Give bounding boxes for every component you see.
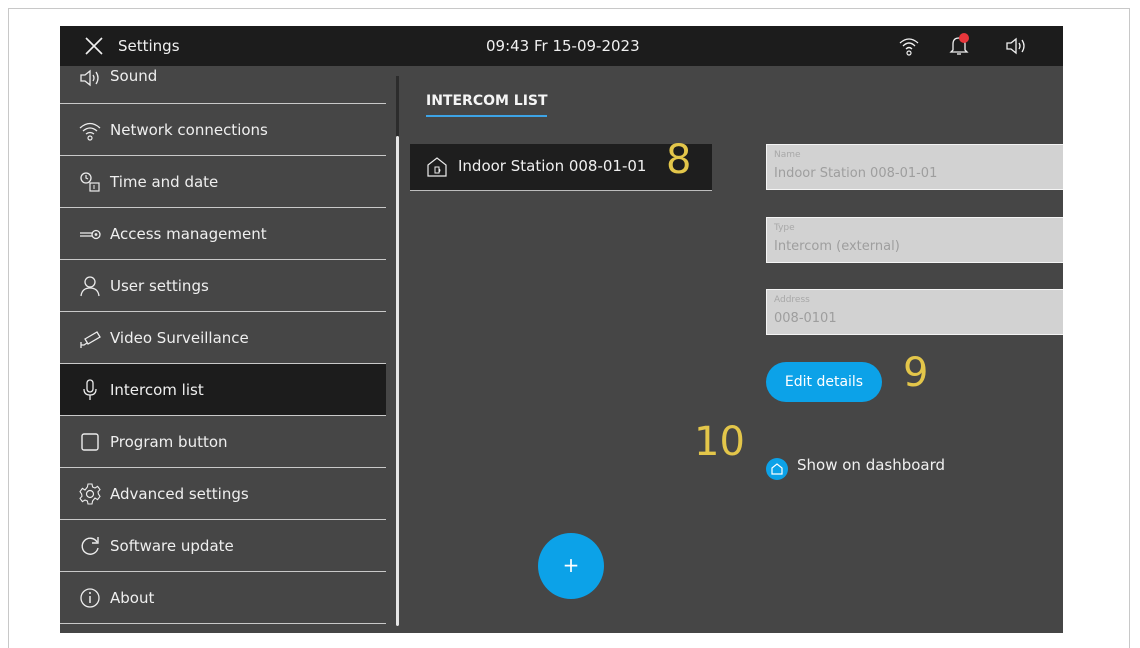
sidebar-item-advanced-settings[interactable]: Advanced settings bbox=[60, 468, 386, 520]
address-field-label: Address bbox=[774, 295, 810, 305]
notification-bell-icon[interactable] bbox=[947, 33, 971, 57]
device-screen: Settings 09:43 Fr 15-09-2023 Sound Netwo… bbox=[60, 26, 1063, 633]
name-field[interactable]: Name Indoor Station 008-01-01 bbox=[766, 144, 1063, 190]
indoor-station-icon bbox=[427, 157, 447, 177]
home-icon bbox=[771, 463, 783, 475]
sidebar-item-label: About bbox=[110, 589, 155, 607]
sidebar-item-about[interactable]: About bbox=[60, 572, 386, 624]
name-field-label: Name bbox=[774, 150, 801, 160]
sidebar-item-video-surveillance[interactable]: Video Surveillance bbox=[60, 312, 386, 364]
datetime-display: 09:43 Fr 15-09-2023 bbox=[486, 37, 640, 55]
gear-icon bbox=[79, 483, 101, 505]
notification-dot bbox=[959, 33, 969, 43]
refresh-icon bbox=[81, 537, 99, 555]
sidebar-item-label: Program button bbox=[110, 433, 228, 451]
callout-number: 8 bbox=[666, 137, 692, 183]
speaker-icon bbox=[80, 69, 99, 87]
callout-number: 10 bbox=[694, 419, 745, 465]
sidebar-item-label: Video Surveillance bbox=[110, 329, 249, 347]
sidebar-item-label: Advanced settings bbox=[110, 485, 249, 503]
info-icon bbox=[80, 588, 100, 608]
sidebar-item-label: Network connections bbox=[110, 121, 268, 139]
sidebar-item-label: Software update bbox=[110, 537, 234, 555]
type-field-value: Intercom (external) bbox=[774, 239, 900, 254]
settings-sidebar: Sound Network connections Time and date bbox=[60, 66, 386, 633]
camera-icon bbox=[80, 331, 101, 348]
sidebar-item-user-settings[interactable]: User settings bbox=[60, 260, 386, 312]
user-icon bbox=[80, 276, 100, 297]
sidebar-scrollbar-thumb[interactable] bbox=[396, 136, 399, 626]
sidebar-item-access-management[interactable]: Access management bbox=[60, 208, 386, 260]
add-intercom-button[interactable]: + bbox=[538, 533, 604, 599]
address-field-value: 008-0101 bbox=[774, 311, 837, 326]
sidebar-item-label: Sound bbox=[110, 67, 158, 85]
microphone-icon bbox=[83, 379, 97, 400]
wifi-icon bbox=[79, 122, 101, 141]
callout-number: 9 bbox=[903, 350, 929, 396]
sidebar-item-label: Intercom list bbox=[110, 381, 204, 399]
wifi-icon[interactable] bbox=[898, 35, 920, 57]
show-on-dashboard-checkbox[interactable] bbox=[766, 458, 788, 480]
address-field[interactable]: Address 008-0101 bbox=[766, 289, 1063, 335]
edit-details-button[interactable]: Edit details bbox=[766, 362, 882, 402]
tab-intercom-list[interactable]: INTERCOM LIST bbox=[426, 93, 548, 109]
intercom-list-item-label: Indoor Station 008-01-01 bbox=[458, 157, 647, 175]
clock-calendar-icon bbox=[80, 172, 100, 192]
sidebar-item-label: Time and date bbox=[110, 173, 219, 191]
sidebar-item-sound[interactable]: Sound bbox=[60, 52, 386, 104]
sidebar-item-software-update[interactable]: Software update bbox=[60, 520, 386, 572]
type-field-label: Type bbox=[774, 223, 795, 233]
sidebar-item-time-and-date[interactable]: Time and date bbox=[60, 156, 386, 208]
sidebar-item-intercom-list[interactable]: Intercom list bbox=[60, 364, 386, 416]
name-field-value: Indoor Station 008-01-01 bbox=[774, 166, 938, 181]
key-icon bbox=[80, 229, 101, 240]
type-field[interactable]: Type Intercom (external) bbox=[766, 217, 1063, 263]
square-icon bbox=[81, 433, 99, 451]
show-on-dashboard-label: Show on dashboard bbox=[797, 456, 946, 474]
sidebar-item-program-button[interactable]: Program button bbox=[60, 416, 386, 468]
sidebar-item-label: User settings bbox=[110, 277, 209, 295]
tab-underline bbox=[426, 115, 547, 117]
speaker-icon[interactable] bbox=[1004, 35, 1028, 57]
sidebar-item-label: Access management bbox=[110, 225, 267, 243]
sidebar-item-network-connections[interactable]: Network connections bbox=[60, 104, 386, 156]
